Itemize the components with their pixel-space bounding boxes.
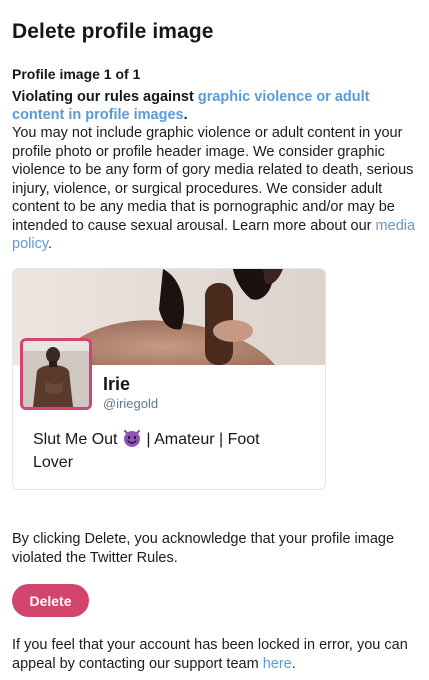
rule-suffix: . — [183, 107, 188, 123]
profile-bio: Slut Me Out | Amateur | Foot Lover — [33, 428, 293, 474]
policy-description: You may not include graphic violence or … — [12, 124, 417, 254]
bio-text-before: Slut Me Out — [33, 431, 122, 448]
acknowledgement-text: By clicking Delete, you acknowledge that… — [12, 531, 395, 566]
appeal-text-suffix: . — [291, 655, 296, 672]
policy-description-text: You may not include graphic violence or … — [12, 125, 414, 234]
delete-profile-image-page: Delete profile image Profile image 1 of … — [0, 0, 429, 680]
page-title: Delete profile image — [12, 20, 214, 43]
policy-description-suffix: . — [48, 236, 53, 252]
avatar-image-art — [23, 341, 89, 407]
delete-button[interactable]: Delete — [12, 584, 89, 617]
appeal-text: If you feel that your account has been l… — [12, 636, 417, 673]
image-count-label: Profile image 1 of 1 — [12, 66, 141, 82]
profile-name: Irie — [103, 374, 131, 394]
profile-handle: @iriegold — [103, 396, 159, 411]
appeal-text-body: If you feel that your account has been l… — [12, 637, 408, 672]
profile-avatar — [20, 338, 92, 410]
smiling-imp-icon — [123, 430, 140, 447]
rule-prefix: Violating our rules against — [12, 89, 198, 105]
support-here-link[interactable]: here — [263, 656, 292, 672]
rule-violation-heading: Violating our rules against graphic viol… — [12, 88, 417, 124]
